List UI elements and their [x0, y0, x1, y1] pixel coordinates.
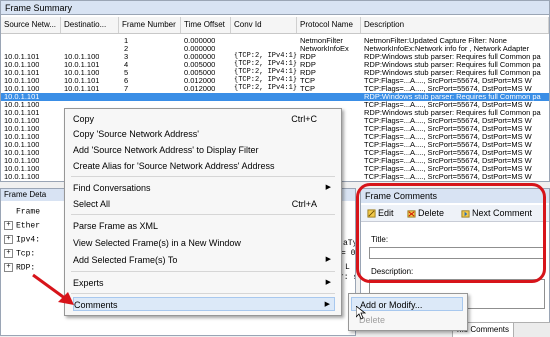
cell-time-offset: 0.012000 [184, 84, 216, 93]
menu-separator [71, 271, 335, 272]
menu-item-create-alias[interactable]: Create Alias for 'Source Network Address… [73, 159, 335, 173]
context-menu: Copy Ctrl+C Copy 'Source Network Address'… [64, 108, 342, 316]
red-arrow [32, 273, 74, 305]
menu-item-select-all[interactable]: Select All Ctrl+A [73, 197, 335, 211]
menu-item-view-new-window[interactable]: View Selected Frame(s) in a New Window [73, 236, 335, 250]
tree-item-tcp[interactable]: + Tcp: [4, 249, 35, 259]
menu-item-find-conversations[interactable]: Find Conversations ▶ [73, 181, 335, 195]
submenu-arrow-icon: ▶ [325, 256, 331, 263]
cell-destination: 10.0.1.101 [64, 84, 100, 93]
cell-frame-number: 7 [124, 84, 129, 93]
cell-conv-id: {TCP:2, IPv4:1} [234, 84, 298, 92]
column-time-offset[interactable]: Time Offset [181, 17, 231, 33]
menu-item-add-to-display-filter[interactable]: Add 'Source Network Address' to Display … [73, 143, 335, 157]
column-source[interactable]: Source Netw... [1, 17, 61, 33]
menu-item-add-selected-frames-to[interactable]: Add Selected Frame(s) To ▶ [73, 253, 335, 267]
comments-submenu: Add or Modify... Delete [348, 293, 468, 331]
partial-text: L [345, 263, 350, 272]
menu-item-copy-source-address[interactable]: Copy 'Source Network Address' [73, 127, 335, 141]
menu-item-copy[interactable]: Copy Ctrl+C [73, 112, 335, 126]
column-destination[interactable]: Destinatio... [61, 17, 119, 33]
tree-item-ipv4[interactable]: + Ipv4: [4, 235, 40, 245]
column-header: Source Netw... Destinatio... Frame Numbe… [1, 17, 549, 34]
cell-source: 10.0.1.100 [4, 172, 40, 181]
menu-item-experts[interactable]: Experts ▶ [73, 276, 335, 290]
expand-icon[interactable]: + [4, 221, 13, 230]
cell-description: TCP:Flags=...A...., SrcPort=55674, DstPo… [364, 172, 532, 181]
frame-summary-title: Frame Summary [1, 1, 549, 15]
column-protocol-name[interactable]: Protocol Name [297, 17, 361, 33]
tree-item-frame[interactable]: +Frame [4, 207, 40, 217]
shortcut-copy: Ctrl+C [291, 114, 317, 124]
menu-item-comments[interactable]: Comments ▶ [73, 297, 335, 311]
expand-icon[interactable]: + [4, 249, 13, 258]
submenu-arrow-icon: ▶ [325, 279, 331, 286]
column-conv-id[interactable]: Conv Id [231, 17, 297, 33]
submenu-arrow-icon: ▶ [324, 301, 330, 308]
menu-item-parse-frame-xml[interactable]: Parse Frame as XML [73, 219, 335, 233]
column-frame-number[interactable]: Frame Number [119, 17, 181, 33]
tree-item-ethernet[interactable]: + Ether [4, 221, 40, 231]
column-description[interactable]: Description [361, 17, 549, 33]
partial-text: = 0x [341, 249, 356, 258]
expand-icon[interactable]: + [4, 235, 13, 244]
menu-separator [71, 214, 335, 215]
menu-separator [71, 293, 335, 294]
cell-protocol: TCP [300, 84, 315, 93]
submenu-arrow-icon: ▶ [325, 184, 331, 191]
menu-item-delete[interactable]: Delete [351, 313, 471, 327]
menu-separator [71, 176, 335, 177]
partial-text: aTyp [343, 239, 355, 248]
red-highlight-annotation [356, 183, 546, 283]
mouse-cursor-icon [356, 306, 366, 320]
shortcut-select-all: Ctrl+A [291, 199, 317, 209]
menu-item-add-or-modify[interactable]: Add or Modify... [351, 297, 463, 311]
expand-icon[interactable]: + [4, 263, 13, 272]
